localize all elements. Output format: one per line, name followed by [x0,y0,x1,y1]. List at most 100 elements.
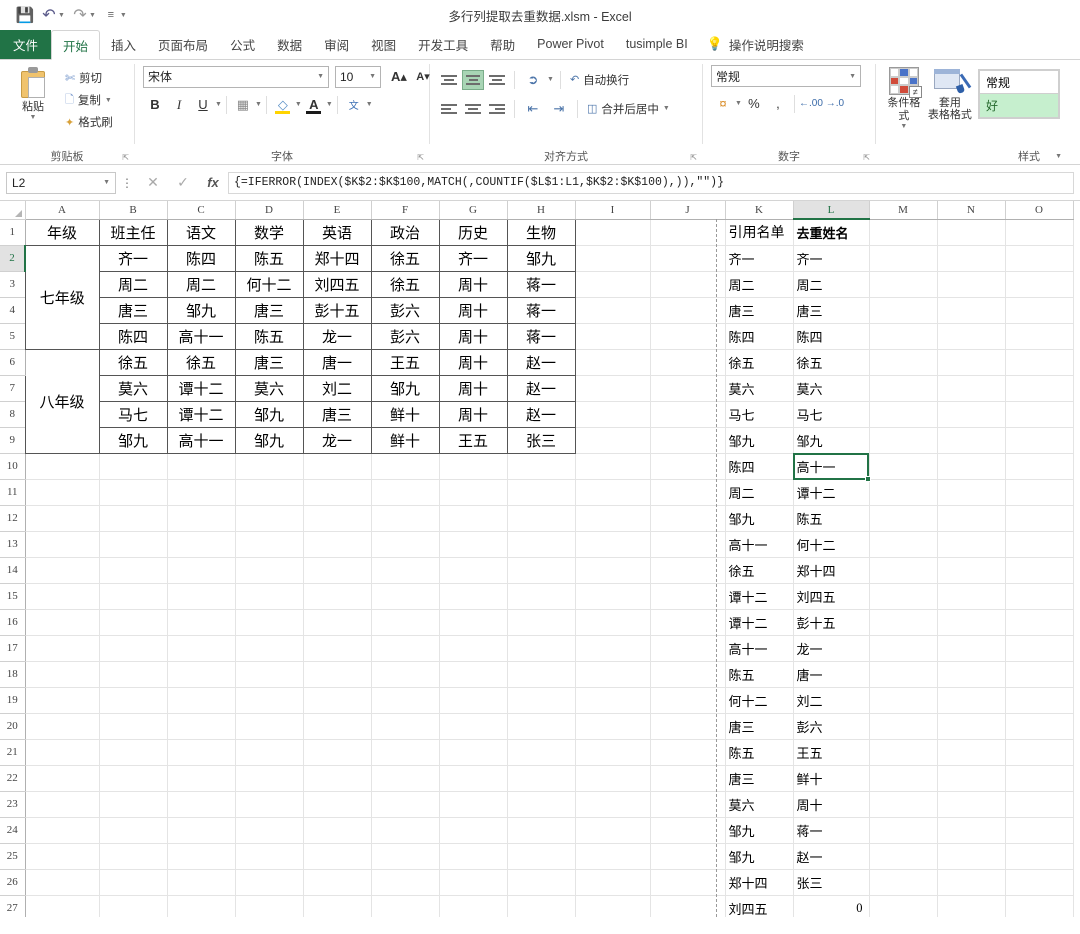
cell-J26[interactable] [650,869,726,896]
cell-L1[interactable]: 去重姓名 [793,219,870,246]
redo-icon[interactable]: ↷ [69,4,91,26]
cell-L22[interactable]: 鲜十 [793,765,870,792]
cell-A13[interactable] [25,531,100,558]
italic-button[interactable]: I [167,93,191,116]
cell-E20[interactable] [303,713,372,740]
cell-M9[interactable] [869,427,938,454]
cell-K9[interactable]: 邹九 [725,427,794,454]
cell-K17[interactable]: 高十一 [725,635,794,662]
fill-color-icon[interactable]: ◇ [271,93,295,116]
cell-I7[interactable] [575,375,651,402]
cell-I10[interactable] [575,453,651,480]
cell-B10[interactable] [99,453,168,480]
increase-decimal-icon[interactable]: ←.00 [799,92,823,115]
row-header-25[interactable]: 25 [0,843,26,870]
confirm-formula-icon[interactable]: ✓ [168,174,198,191]
cell-B14[interactable] [99,557,168,584]
cell-M21[interactable] [869,739,938,766]
tab-page-layout[interactable]: 页面布局 [147,29,219,59]
cell-style-good[interactable]: 好 [979,94,1059,118]
cell-D15[interactable] [235,583,304,610]
cell-B19[interactable] [99,687,168,714]
cell-M22[interactable] [869,765,938,792]
cell-N3[interactable] [937,271,1006,298]
col-header-O[interactable]: O [1005,201,1074,220]
cell-M13[interactable] [869,531,938,558]
cell-L26[interactable]: 张三 [793,869,870,896]
cell-E6[interactable]: 唐一 [302,348,372,376]
cell-F14[interactable] [371,557,440,584]
cell-M24[interactable] [869,817,938,844]
cell-N1[interactable] [937,219,1006,246]
row-header-6[interactable]: 6 [0,349,26,376]
cell-I20[interactable] [575,713,651,740]
cell-L25[interactable]: 赵一 [793,843,870,870]
cell-H22[interactable] [507,765,576,792]
cell-C5[interactable]: 高十一 [166,322,236,350]
cell-F8[interactable]: 鲜十 [370,400,440,428]
cell-E18[interactable] [303,661,372,688]
cell-M1[interactable] [869,219,938,246]
cell-O23[interactable] [1005,791,1074,818]
cell-F20[interactable] [371,713,440,740]
align-right-icon[interactable] [486,99,508,119]
cell-N5[interactable] [937,323,1006,350]
font-color-dropdown-icon[interactable]: ▼ [326,101,333,108]
cell-H1[interactable]: 生物 [506,218,576,246]
font-size-combo[interactable]: 10 ▼ [335,65,381,88]
cell-I17[interactable] [575,635,651,662]
cell-F23[interactable] [371,791,440,818]
cancel-formula-icon[interactable]: ✕ [138,174,168,191]
cell-B25[interactable] [99,843,168,870]
cell-B17[interactable] [99,635,168,662]
row-header-4[interactable]: 4 [0,297,26,324]
cell-N9[interactable] [937,427,1006,454]
cell-C19[interactable] [167,687,236,714]
cell-N13[interactable] [937,531,1006,558]
cell-N15[interactable] [937,583,1006,610]
cell-M5[interactable] [869,323,938,350]
underline-button[interactable]: U [191,93,215,116]
merge-dropdown-icon[interactable]: ▼ [663,105,670,112]
cell-H4[interactable]: 蒋一 [506,296,576,324]
cell-J19[interactable] [650,687,726,714]
cell-D26[interactable] [235,869,304,896]
cell-D6[interactable]: 唐三 [234,348,304,376]
cell-K21[interactable]: 陈五 [725,739,794,766]
cell-L18[interactable]: 唐一 [793,661,870,688]
cell-J6[interactable] [650,349,726,376]
cell-I26[interactable] [575,869,651,896]
cell-I11[interactable] [575,479,651,506]
paste-dropdown-icon[interactable]: ▼ [30,114,37,121]
phonetic-dropdown-icon[interactable]: ▼ [366,101,373,108]
cell-K10[interactable]: 陈四 [725,453,794,480]
cell-K7[interactable]: 莫六 [725,375,794,402]
cell-C6[interactable]: 徐五 [166,348,236,376]
cell-E12[interactable] [303,505,372,532]
alignment-dialog-launcher-icon[interactable]: ⇱ [690,153,697,162]
cell-J14[interactable] [650,557,726,584]
cell-N21[interactable] [937,739,1006,766]
cell-J20[interactable] [650,713,726,740]
cell-E1[interactable]: 英语 [302,218,372,246]
cell-A6-merged-grade[interactable]: 八年级 [24,348,100,454]
cell-I8[interactable] [575,401,651,428]
paste-button[interactable]: 粘贴 ▼ [6,65,60,121]
cell-J17[interactable] [650,635,726,662]
cell-N22[interactable] [937,765,1006,792]
cell-I13[interactable] [575,531,651,558]
cell-L8[interactable]: 马七 [793,401,870,428]
cell-E16[interactable] [303,609,372,636]
cell-C3[interactable]: 周二 [166,270,236,298]
cell-E14[interactable] [303,557,372,584]
col-header-C[interactable]: C [167,201,236,220]
cell-M26[interactable] [869,869,938,896]
cell-L3[interactable]: 周二 [793,271,870,298]
cell-G27[interactable] [439,895,508,917]
row-header-17[interactable]: 17 [0,635,26,662]
cell-M8[interactable] [869,401,938,428]
cell-H5[interactable]: 蒋一 [506,322,576,350]
cell-B9[interactable]: 邹九 [98,426,168,454]
row-header-26[interactable]: 26 [0,869,26,896]
cell-M25[interactable] [869,843,938,870]
